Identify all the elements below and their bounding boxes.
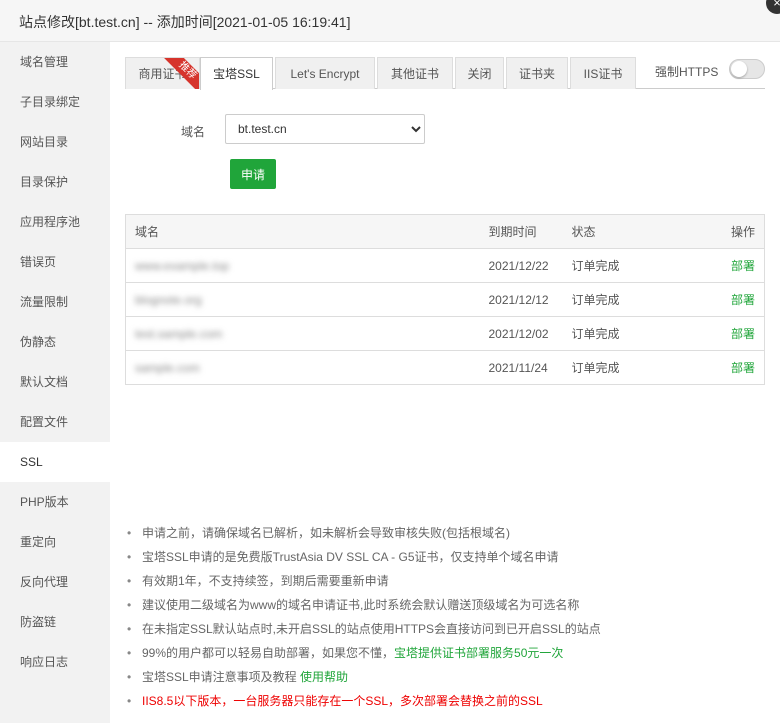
row-domain: sample.com — [125, 350, 480, 385]
sidebar-item-rewrite[interactable]: 伪静态 — [0, 322, 110, 362]
deploy-link[interactable]: 部署 — [682, 282, 765, 317]
title-bar: 站点修改[bt.test.cn] -- 添加时间[2021-01-05 16:1… — [0, 0, 780, 42]
deploy-link[interactable]: 部署 — [682, 350, 765, 385]
force-https-label: 强制HTTPS — [655, 65, 719, 79]
sidebar-item-domain-management[interactable]: 域名管理 — [0, 42, 110, 82]
header-action: 操作 — [682, 214, 765, 249]
sidebar-item-subdirectory-binding[interactable]: 子目录绑定 — [0, 82, 110, 122]
table-row: test.sample.com 2021/12/02 订单完成 部署 — [125, 316, 765, 351]
tab-lets-encrypt[interactable]: Let's Encrypt — [275, 57, 375, 89]
note-item: 在未指定SSL默认站点时,未开启SSL的站点使用HTTPS会直接访问到已开启SS… — [127, 617, 767, 641]
row-domain: www.example.top — [125, 248, 480, 283]
row-status: 订单完成 — [562, 282, 683, 317]
row-expire: 2021/11/24 — [479, 350, 563, 385]
tab-other-cert[interactable]: 其他证书 — [377, 57, 453, 89]
note-item: 申请之前，请确保域名已解析，如未解析会导致审核失败(包括根域名) — [127, 521, 767, 545]
toggle-knob — [731, 61, 747, 77]
window-title: 站点修改[bt.test.cn] -- 添加时间[2021-01-05 16:1… — [19, 14, 351, 30]
table-row: www.example.top 2021/12/22 订单完成 部署 — [125, 248, 765, 283]
table-header-row: 域名 到期时间 状态 操作 — [125, 214, 765, 249]
tab-cert-folder[interactable]: 证书夹 — [506, 57, 568, 89]
row-domain: blognote.org — [125, 282, 480, 317]
sidebar-item-php-version[interactable]: PHP版本 — [0, 482, 110, 522]
deploy-link[interactable]: 部署 — [682, 316, 765, 351]
note-item: 宝塔SSL申请注意事项及教程 使用帮助 — [127, 665, 767, 689]
row-domain: test.sample.com — [125, 316, 480, 351]
sidebar-item-error-page[interactable]: 错误页 — [0, 242, 110, 282]
sidebar-item-config-file[interactable]: 配置文件 — [0, 402, 110, 442]
note-text: 宝塔SSL申请注意事项及教程 — [142, 670, 301, 684]
ssl-notes-list: 申请之前，请确保域名已解析，如未解析会导致审核失败(包括根域名) 宝塔SSL申请… — [127, 521, 767, 713]
sidebar-item-hotlink-protection[interactable]: 防盗链 — [0, 602, 110, 642]
table-row: blognote.org 2021/12/12 订单完成 部署 — [125, 282, 765, 317]
blurred-domain: sample.com — [135, 360, 200, 375]
apply-button[interactable]: 申请 — [230, 159, 276, 189]
row-status: 订单完成 — [562, 248, 683, 283]
domain-label: 域名 — [181, 125, 206, 139]
blurred-domain: blognote.org — [135, 292, 202, 307]
header-domain: 域名 — [125, 214, 480, 249]
row-status: 订单完成 — [562, 316, 683, 351]
sidebar-item-default-document[interactable]: 默认文档 — [0, 362, 110, 402]
sidebar-item-ssl[interactable]: SSL — [0, 442, 110, 482]
note-item-warning: IIS8.5以下版本，一台服务器只能存在一个SSL，多次部署会替换之前的SSL — [127, 689, 767, 713]
blurred-domain: www.example.top — [135, 258, 230, 273]
sidebar-item-directory-protection[interactable]: 目录保护 — [0, 162, 110, 202]
tab-iis-cert[interactable]: IIS证书 — [570, 57, 636, 89]
table-row: sample.com 2021/11/24 订单完成 部署 — [125, 350, 765, 385]
note-item: 宝塔SSL申请的是免费版TrustAsia DV SSL CA - G5证书，仅… — [127, 545, 767, 569]
row-status: 订单完成 — [562, 350, 683, 385]
row-expire: 2021/12/12 — [479, 282, 563, 317]
sidebar-item-redirect[interactable]: 重定向 — [0, 522, 110, 562]
row-expire: 2021/12/02 — [479, 316, 563, 351]
sidebar-item-response-log[interactable]: 响应日志 — [0, 642, 110, 682]
tab-close[interactable]: 关闭 — [455, 57, 504, 89]
force-https-toggle[interactable] — [729, 59, 765, 79]
deploy-link[interactable]: 部署 — [682, 248, 765, 283]
help-link[interactable]: 使用帮助 — [300, 670, 348, 684]
cert-order-table: 域名 到期时间 状态 操作 www.example.top 2021/12/22… — [125, 214, 765, 385]
domain-select[interactable]: bt.test.cn — [225, 114, 425, 144]
sidebar: 域名管理 子目录绑定 网站目录 目录保护 应用程序池 错误页 流量限制 伪静态 … — [0, 42, 110, 723]
deploy-service-link[interactable]: 宝塔提供证书部署服务50元一次 — [394, 646, 563, 660]
tab-commercial-cert[interactable]: 商用证书 推荐 — [125, 57, 200, 89]
header-expire: 到期时间 — [479, 214, 563, 249]
note-item: 99%的用户都可以轻易自助部署，如果您不懂，宝塔提供证书部署服务50元一次 — [127, 641, 767, 665]
row-expire: 2021/12/22 — [479, 248, 563, 283]
sidebar-item-traffic-limit[interactable]: 流量限制 — [0, 282, 110, 322]
note-item: 有效期1年，不支持续签，到期后需要重新申请 — [127, 569, 767, 593]
sidebar-item-application-pool[interactable]: 应用程序池 — [0, 202, 110, 242]
tab-bt-ssl[interactable]: 宝塔SSL — [200, 57, 273, 90]
sidebar-item-site-directory[interactable]: 网站目录 — [0, 122, 110, 162]
note-item: 建议使用二级域名为www的域名申请证书,此时系统会默认赠送顶级域名为可选名称 — [127, 593, 767, 617]
header-status: 状态 — [562, 214, 683, 249]
note-text: 99%的用户都可以轻易自助部署，如果您不懂， — [142, 646, 395, 660]
sidebar-item-reverse-proxy[interactable]: 反向代理 — [0, 562, 110, 602]
blurred-domain: test.sample.com — [135, 326, 223, 341]
